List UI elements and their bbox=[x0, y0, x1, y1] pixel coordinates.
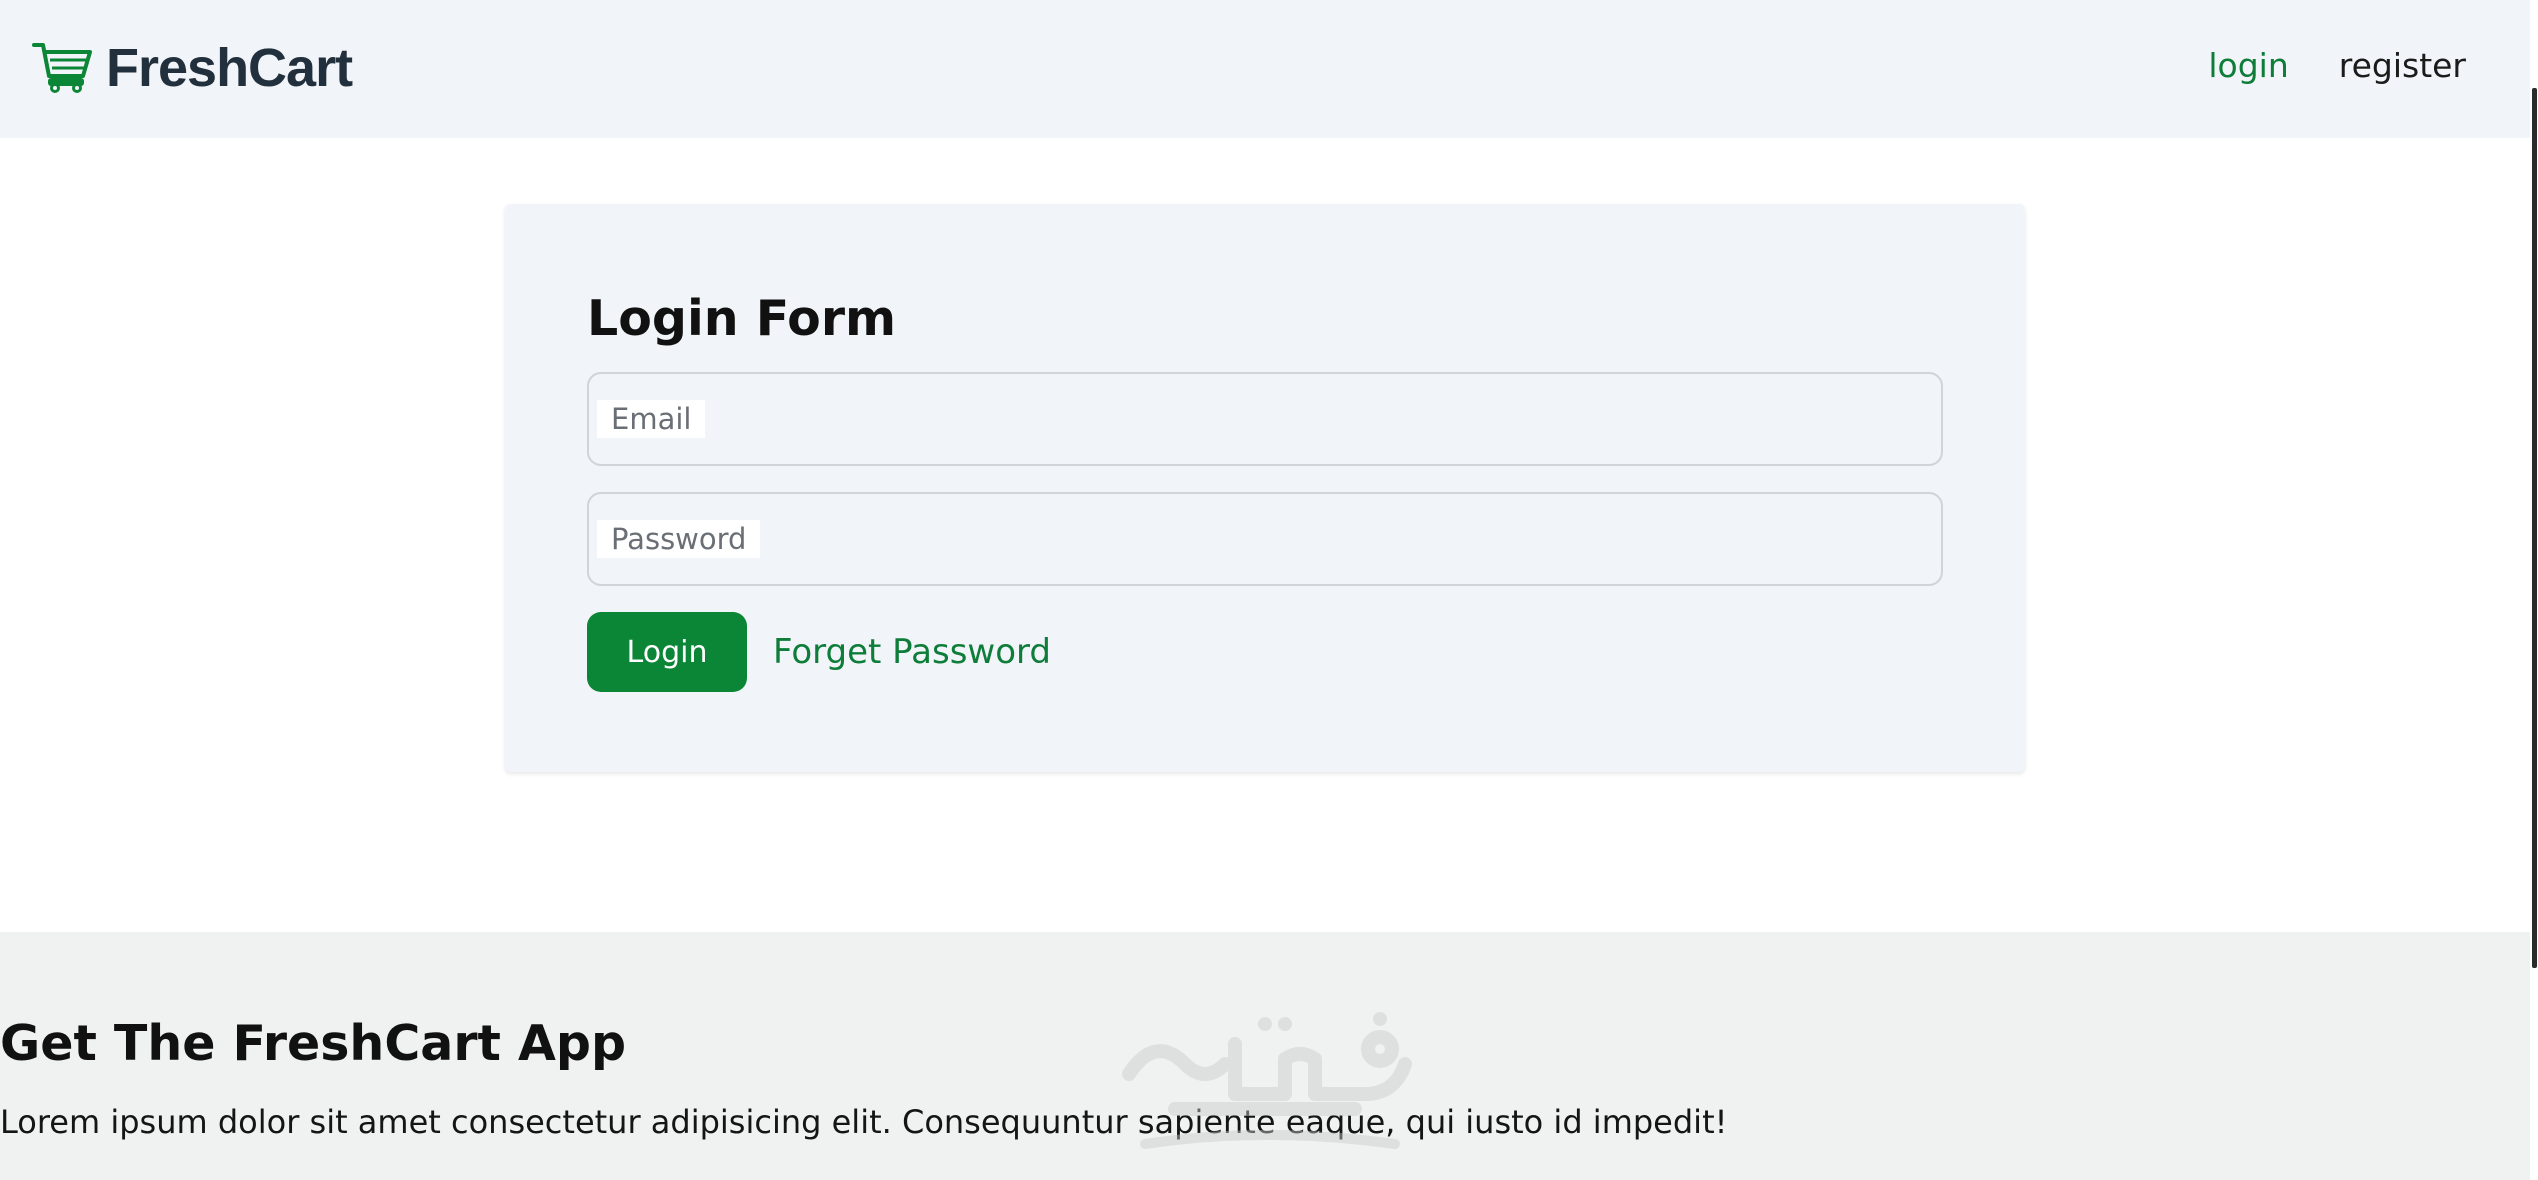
brand-logo[interactable]: FreshCart bbox=[32, 38, 353, 98]
forget-password-link[interactable]: Forget Password bbox=[773, 632, 1051, 672]
password-field[interactable]: Password bbox=[587, 492, 1943, 586]
email-input[interactable] bbox=[589, 374, 1941, 464]
footer: Get The FreshCart App Lorem ipsum dolor … bbox=[0, 932, 2530, 1180]
login-button[interactable]: Login bbox=[587, 612, 747, 692]
nav-login-link[interactable]: login bbox=[2208, 44, 2288, 88]
footer-title: Get The FreshCart App bbox=[0, 1015, 627, 1072]
navbar: FreshCart login register bbox=[0, 0, 2530, 138]
cart-icon bbox=[32, 40, 94, 96]
scrollbar-thumb[interactable] bbox=[2532, 88, 2537, 968]
login-card: Login Form Email Password Login Forget P… bbox=[505, 204, 2025, 772]
nav-links: login register bbox=[2208, 44, 2466, 88]
form-title: Login Form bbox=[587, 290, 897, 347]
form-actions: Login Forget Password bbox=[587, 612, 1051, 692]
email-field[interactable]: Email bbox=[587, 372, 1943, 466]
nav-register-link[interactable]: register bbox=[2339, 44, 2466, 88]
password-input[interactable] bbox=[589, 494, 1941, 584]
footer-text: Lorem ipsum dolor sit amet consectetur a… bbox=[0, 1103, 1728, 1141]
brand-name: FreshCart bbox=[106, 38, 353, 98]
page-scrollbar[interactable] bbox=[2530, 0, 2538, 1180]
